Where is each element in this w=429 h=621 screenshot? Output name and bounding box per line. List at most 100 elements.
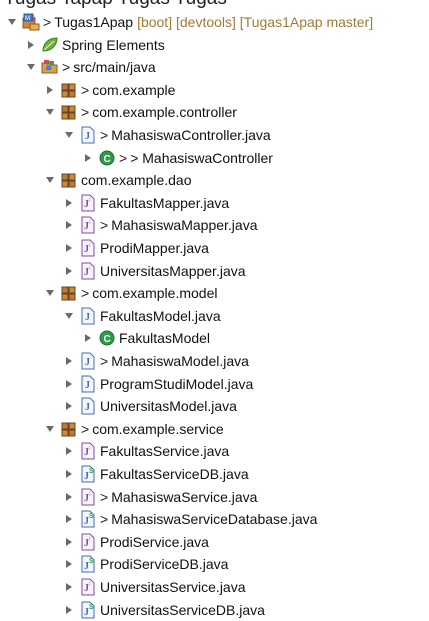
class-icon: C — [98, 329, 116, 347]
collapse-arrow-icon[interactable] — [63, 399, 75, 413]
project-decorations: [boot] [devtools] [Tugas1Apap master] — [137, 14, 374, 30]
tree-row[interactable]: J UniversitasModel.java — [63, 395, 237, 417]
tree-row[interactable]: J S FakultasServiceDB.java — [63, 463, 249, 485]
tree-row[interactable]: J S ProdiServiceDB.java — [63, 553, 228, 575]
svg-text:J: J — [85, 131, 90, 142]
tree-row[interactable]: Spring Elements — [25, 34, 165, 56]
collapse-arrow-icon[interactable] — [63, 603, 75, 617]
collapse-arrow-icon[interactable] — [82, 151, 94, 165]
package-icon — [60, 420, 78, 438]
collapse-arrow-icon[interactable] — [63, 490, 75, 504]
tree-row[interactable]: com.example.dao — [44, 169, 192, 191]
tree-item-label: MahasiswaModel.java — [111, 353, 249, 369]
collapse-arrow-icon[interactable] — [82, 331, 94, 345]
tree-row[interactable]: C > > MahasiswaController — [82, 147, 273, 169]
expand-arrow-icon[interactable] — [44, 286, 56, 300]
tree-item-label: com.example.service — [92, 420, 224, 437]
collapse-arrow-icon[interactable] — [63, 512, 75, 526]
project-icon: MS — [22, 13, 40, 31]
spring-leaf-icon — [41, 36, 59, 54]
service-file-icon: JS — [79, 510, 97, 528]
dirty-marker: > — [100, 353, 109, 369]
tree-item-label: > MahasiswaController — [130, 149, 273, 166]
tree-item-label: src/main/java — [73, 59, 156, 76]
svg-text:C: C — [104, 334, 111, 345]
expand-arrow-icon[interactable] — [63, 128, 75, 142]
dirty-marker: > — [81, 285, 90, 302]
svg-text:J: J — [85, 312, 90, 323]
java-file-icon: J — [79, 397, 97, 415]
dirty-marker: > — [62, 59, 71, 76]
collapse-arrow-icon[interactable] — [63, 377, 75, 391]
dirty-marker: > — [81, 81, 90, 98]
java-file-icon: J — [79, 126, 97, 144]
expand-arrow-icon[interactable] — [44, 422, 56, 436]
collapse-arrow-icon[interactable] — [25, 38, 37, 52]
collapse-arrow-icon[interactable] — [63, 196, 75, 210]
tree-row[interactable]: J I ProdiMapper.java — [63, 237, 209, 259]
tree-row[interactable]: J S UniversitasServiceDB.java — [63, 599, 265, 621]
tree-item-label: UniversitasModel.java — [100, 398, 237, 415]
collapse-arrow-icon[interactable] — [44, 83, 56, 97]
svg-text:S: S — [89, 558, 94, 565]
service-file-icon: JS — [79, 555, 97, 573]
tree-item-label: FakultasModel.java — [100, 307, 221, 324]
tree-item-label: ProdiServiceDB.java — [100, 556, 229, 573]
package-icon — [60, 171, 78, 189]
tree-row[interactable]: C FakultasModel — [82, 327, 210, 349]
expand-arrow-icon[interactable] — [6, 15, 18, 29]
tree-item-label: UniversitasService.java — [100, 579, 246, 595]
service-file-icon: JS — [79, 601, 97, 619]
tree-row[interactable]: J I ProdiService.java — [63, 531, 209, 553]
dirty-marker: > — [43, 14, 52, 30]
collapse-arrow-icon[interactable] — [63, 580, 75, 594]
source-folder-icon — [41, 58, 59, 76]
dirty-marker: > — [100, 511, 109, 528]
collapse-arrow-icon[interactable] — [63, 241, 75, 255]
expand-arrow-icon[interactable] — [44, 105, 56, 119]
tree-row[interactable]: J I > MahasiswaService.java — [63, 486, 257, 508]
tree-item-label: ProgramStudiModel.java — [100, 375, 254, 392]
tree-item-label: FakultasServiceDB.java — [100, 466, 249, 482]
tree-row[interactable]: > com.example — [44, 79, 175, 101]
tree-row[interactable]: J FakultasModel.java — [63, 305, 221, 327]
tree-item-label: com.example.controller — [92, 104, 237, 121]
dirty-marker: > — [100, 127, 109, 143]
tree-row[interactable]: > com.example.model — [44, 282, 217, 304]
collapse-arrow-icon[interactable] — [63, 467, 75, 481]
tree-row[interactable]: J I UniversitasMapper.java — [63, 260, 246, 282]
collapse-arrow-icon[interactable] — [63, 557, 75, 571]
svg-text:S: S — [89, 513, 94, 520]
tree-row[interactable]: J > MahasiswaModel.java — [63, 350, 249, 372]
tree-item-label: FakultasService.java — [100, 443, 230, 460]
tree-item-label: MahasiswaServiceDatabase.java — [111, 511, 318, 528]
class-icon: C — [98, 149, 116, 167]
tree-row[interactable]: J S > MahasiswaServiceDatabase.java — [63, 508, 317, 530]
dirty-marker: > — [100, 488, 109, 505]
expand-arrow-icon[interactable] — [25, 60, 37, 74]
expand-arrow-icon[interactable] — [44, 173, 56, 187]
interface-file-icon: JI — [79, 262, 97, 280]
tree-row[interactable]: J > MahasiswaController.java — [63, 124, 271, 146]
tree-item-label: com.example.dao — [81, 172, 192, 189]
collapse-arrow-icon[interactable] — [63, 218, 75, 232]
tree-row[interactable]: J I FakultasService.java — [63, 440, 229, 462]
service-file-icon: JS — [79, 465, 97, 483]
tree-row[interactable]: > com.example.service — [44, 418, 224, 440]
collapse-arrow-icon[interactable] — [63, 535, 75, 549]
collapse-arrow-icon[interactable] — [63, 264, 75, 278]
tree-row[interactable]: M S > Tugas1Apap [boot] [devtools] [Tugas1Ap… — [6, 11, 373, 33]
collapse-arrow-icon[interactable] — [63, 354, 75, 368]
interface-file-icon: JI — [79, 442, 97, 460]
tree-row[interactable]: > com.example.controller — [44, 101, 237, 123]
tree-item-label: ProdiMapper.java — [100, 240, 209, 256]
clipped-heading-text: Tugas Tapap Tugas Tugas — [4, 0, 227, 8]
tree-row[interactable]: J I > MahasiswaMapper.java — [63, 214, 257, 236]
tree-row[interactable]: J I FakultasMapper.java — [63, 192, 229, 214]
collapse-arrow-icon[interactable] — [63, 444, 75, 458]
dirty-marker: > — [100, 217, 109, 234]
expand-arrow-icon[interactable] — [63, 309, 75, 323]
tree-row[interactable]: J ProgramStudiModel.java — [63, 373, 253, 395]
tree-row[interactable]: J I UniversitasService.java — [63, 576, 246, 598]
tree-row[interactable]: > src/main/java — [25, 56, 156, 78]
